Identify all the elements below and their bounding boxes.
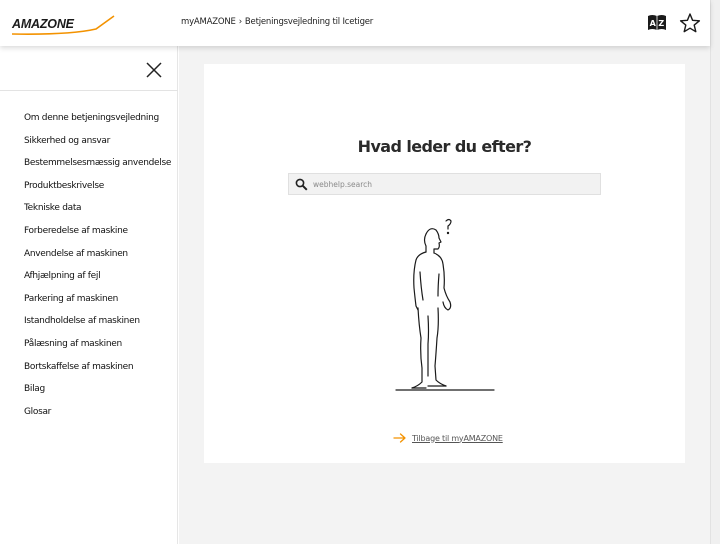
sidebar-item[interactable]: Afhjælpning af fejl [24,270,171,293]
search-box[interactable] [288,173,601,195]
sidebar-item[interactable]: Bilag [24,383,171,406]
sidebar-item[interactable]: Om denne betjeningsvejledning [24,112,171,135]
search-input[interactable] [313,176,593,192]
arrow-right-icon [393,433,406,443]
amazone-logo[interactable]: AMAZONE [10,12,116,38]
sidebar-item[interactable]: Pålæsning af maskinen [24,338,171,361]
sidebar-divider [0,90,178,91]
sidebar-item[interactable]: Produktbeskrivelse [24,180,171,203]
dictionary-az-icon[interactable]: A Z [646,12,668,34]
confused-person-illustration [395,218,495,391]
sidebar-item[interactable]: Tekniske data [24,202,171,225]
sidebar-nav: Om denne betjeningsvejledning Sikkerhed … [24,112,171,428]
svg-text:Z: Z [658,19,664,28]
breadcrumb-separator: › [238,17,242,27]
back-to-myamazone-link[interactable]: Tilbage til myAMAZONE [393,431,503,445]
scrollbar[interactable] [710,0,720,544]
sidebar-item[interactable]: Parkering af maskinen [24,293,171,316]
sidebar-item[interactable]: Istandholdelse af maskinen [24,315,171,338]
back-link-label[interactable]: Tilbage til myAMAZONE [412,434,503,443]
close-icon[interactable] [144,60,164,80]
sidebar-item[interactable]: Bestemmelsesmæssig anvendelse [24,157,171,180]
sidebar-item[interactable]: Anvendelse af maskinen [24,248,171,271]
sidebar-item[interactable]: Bortskaffelse af maskinen [24,361,171,384]
breadcrumb-current[interactable]: Betjeningsvejledning til Icetiger [245,17,373,27]
main-content: Hvad leder du efter? webhelp.search Tilb… [179,46,710,544]
sidebar-item[interactable]: Glosar [24,406,171,429]
logo-text: AMAZONE [11,17,75,31]
page-title: Hvad leder du efter? [357,137,532,156]
star-icon[interactable] [679,12,701,34]
top-header: AMAZONE myAMAZONE › Betjeningsvejledning t… [0,0,710,46]
breadcrumb-home[interactable]: myAMAZONE [181,17,236,27]
search-icon[interactable] [295,178,308,191]
sidebar-item[interactable]: Forberedelse af maskine [24,225,171,248]
not-found-card: Hvad leder du efter? webhelp.search Tilb… [204,64,685,463]
sidebar-item[interactable]: Sikkerhed og ansvar [24,135,171,158]
breadcrumb: myAMAZONE › Betjeningsvejledning til Iceti… [181,17,373,27]
sidebar: Om denne betjeningsvejledning Sikkerhed … [0,46,178,544]
svg-text:A: A [650,19,657,28]
